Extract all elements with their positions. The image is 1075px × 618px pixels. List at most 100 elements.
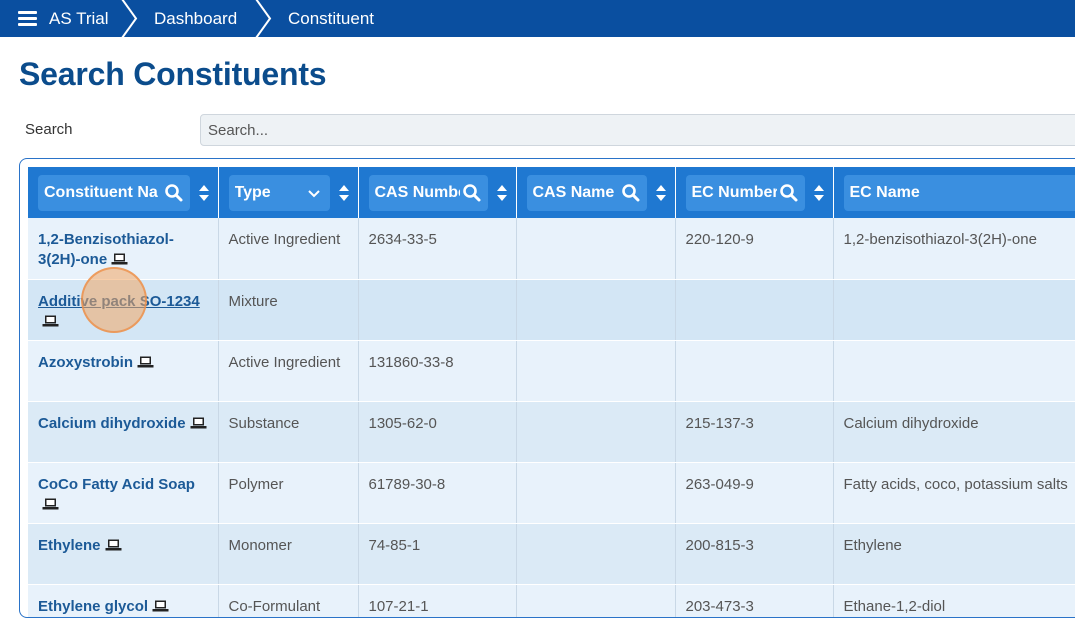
cell-cas-name: [516, 401, 675, 462]
cell-ec-number: [675, 279, 833, 340]
cell-ec-name: Fatty acids, coco, potassium salts: [833, 462, 1075, 523]
cell-ec-number: 220-120-9: [675, 218, 833, 279]
constituent-link[interactable]: Azoxystrobin: [38, 354, 133, 371]
table-row[interactable]: Additive pack SO-1234 Mixture: [28, 279, 1075, 340]
laptop-icon[interactable]: [42, 498, 59, 510]
cell-cas-number: 74-85-1: [358, 523, 516, 584]
column-header-type: Type: [218, 167, 358, 218]
sort-icon[interactable]: [338, 184, 350, 202]
app-name: AS Trial: [49, 9, 109, 29]
sort-icon[interactable]: [198, 184, 210, 202]
table-row[interactable]: Ethylene Monomer 74-85-1 200-815-3 Ethyl…: [28, 523, 1075, 584]
laptop-icon[interactable]: [105, 539, 122, 551]
laptop-icon[interactable]: [190, 417, 207, 429]
laptop-icon[interactable]: [152, 600, 169, 612]
search-icon[interactable]: [164, 183, 184, 203]
breadcrumb-home[interactable]: AS Trial: [0, 0, 124, 37]
cell-ec-name: 1,2-benzisothiazol-3(2H)-one: [833, 218, 1075, 279]
cas-number-filter[interactable]: CAS Numbe: [369, 175, 488, 211]
cell-type: Co-Formulant: [218, 584, 358, 618]
cell-ec-name: [833, 279, 1075, 340]
cell-ec-name: [833, 340, 1075, 401]
table-row[interactable]: Azoxystrobin Active Ingredient 131860-33…: [28, 340, 1075, 401]
column-header-constituent-name: Constituent Na: [28, 167, 218, 218]
laptop-icon[interactable]: [137, 356, 154, 368]
constituent-name-filter[interactable]: Constituent Na: [38, 175, 190, 211]
cell-type: Monomer: [218, 523, 358, 584]
cell-constituent-name: Calcium dihydroxide: [28, 401, 218, 462]
cell-ec-number: [675, 340, 833, 401]
column-header-ec-number: EC Number: [675, 167, 833, 218]
constituents-table-container: Constituent Na Type CAS Numbe: [19, 158, 1075, 618]
search-label: Search: [25, 121, 73, 138]
ec-name-filter[interactable]: EC Name: [844, 175, 1075, 211]
column-header-cas-number: CAS Numbe: [358, 167, 516, 218]
table-row[interactable]: Ethylene glycol Co-Formulant 107-21-1 20…: [28, 584, 1075, 618]
table-row[interactable]: 1,2-Benzisothiazol-3(2H)-one Active Ingr…: [28, 218, 1075, 279]
table-header-row: Constituent Na Type CAS Numbe: [28, 167, 1075, 218]
cell-ec-name: Ethylene: [833, 523, 1075, 584]
constituent-link[interactable]: Additive pack SO-1234: [38, 293, 200, 310]
table-row[interactable]: CoCo Fatty Acid Soap Polymer 61789-30-8 …: [28, 462, 1075, 523]
cell-constituent-name: Ethylene: [28, 523, 218, 584]
cell-cas-name: [516, 584, 675, 618]
column-label: CAS Numbe: [375, 184, 460, 202]
laptop-icon[interactable]: [111, 253, 128, 265]
breadcrumb-dashboard[interactable]: Dashboard: [154, 0, 237, 37]
chevron-down-icon[interactable]: [304, 183, 324, 203]
cell-cas-name: [516, 279, 675, 340]
cell-ec-name: Ethane-1,2-diol: [833, 584, 1075, 618]
cell-ec-name: Calcium dihydroxide: [833, 401, 1075, 462]
cell-ec-number: 215-137-3: [675, 401, 833, 462]
cell-cas-number: 2634-33-5: [358, 218, 516, 279]
sort-icon[interactable]: [655, 184, 667, 202]
cell-cas-number: [358, 279, 516, 340]
cell-cas-name: [516, 523, 675, 584]
cell-type: Active Ingredient: [218, 218, 358, 279]
column-header-ec-name: EC Name: [833, 167, 1075, 218]
search-icon[interactable]: [462, 183, 482, 203]
cas-name-filter[interactable]: CAS Name: [527, 175, 647, 211]
top-bar: AS Trial Dashboard Constituent: [0, 0, 1075, 37]
cell-cas-number: 61789-30-8: [358, 462, 516, 523]
page-title: Search Constituents: [19, 56, 326, 93]
table-row[interactable]: Calcium dihydroxide Substance 1305-62-0 …: [28, 401, 1075, 462]
sort-icon[interactable]: [813, 184, 825, 202]
constituent-link[interactable]: Ethylene: [38, 537, 101, 554]
cell-cas-number: 107-21-1: [358, 584, 516, 618]
column-label: Constituent Na: [44, 184, 162, 202]
column-label: CAS Name: [533, 184, 619, 202]
cell-cas-name: [516, 218, 675, 279]
cell-constituent-name: CoCo Fatty Acid Soap: [28, 462, 218, 523]
breadcrumb-constituent[interactable]: Constituent: [288, 0, 374, 37]
constituent-link[interactable]: CoCo Fatty Acid Soap: [38, 476, 195, 493]
cell-cas-number: 1305-62-0: [358, 401, 516, 462]
cell-ec-number: 263-049-9: [675, 462, 833, 523]
search-icon[interactable]: [621, 183, 641, 203]
chevron-right-icon: [254, 0, 274, 37]
constituent-link[interactable]: Ethylene glycol: [38, 598, 148, 615]
cell-cas-name: [516, 462, 675, 523]
chevron-right-icon: [120, 0, 140, 37]
breadcrumb-dashboard-label: Dashboard: [154, 9, 237, 29]
cell-type: Active Ingredient: [218, 340, 358, 401]
search-icon[interactable]: [779, 183, 799, 203]
sort-icon[interactable]: [496, 184, 508, 202]
cell-constituent-name: Ethylene glycol: [28, 584, 218, 618]
laptop-icon[interactable]: [42, 315, 59, 327]
column-header-cas-name: CAS Name: [516, 167, 675, 218]
type-filter-select[interactable]: Type: [229, 175, 330, 211]
constituent-link[interactable]: 1,2-Benzisothiazol-3(2H)-one: [38, 231, 174, 268]
cell-cas-number: 131860-33-8: [358, 340, 516, 401]
cell-type: Substance: [218, 401, 358, 462]
cell-cas-name: [516, 340, 675, 401]
cell-constituent-name: Additive pack SO-1234: [28, 279, 218, 340]
ec-number-filter[interactable]: EC Number: [686, 175, 805, 211]
cell-ec-number: 203-473-3: [675, 584, 833, 618]
search-input[interactable]: [200, 114, 1075, 146]
cell-type: Polymer: [218, 462, 358, 523]
constituents-table: Constituent Na Type CAS Numbe: [28, 167, 1075, 618]
constituent-link[interactable]: Calcium dihydroxide: [38, 415, 186, 432]
column-label: EC Number: [692, 184, 777, 202]
hamburger-menu-icon[interactable]: [18, 11, 37, 26]
